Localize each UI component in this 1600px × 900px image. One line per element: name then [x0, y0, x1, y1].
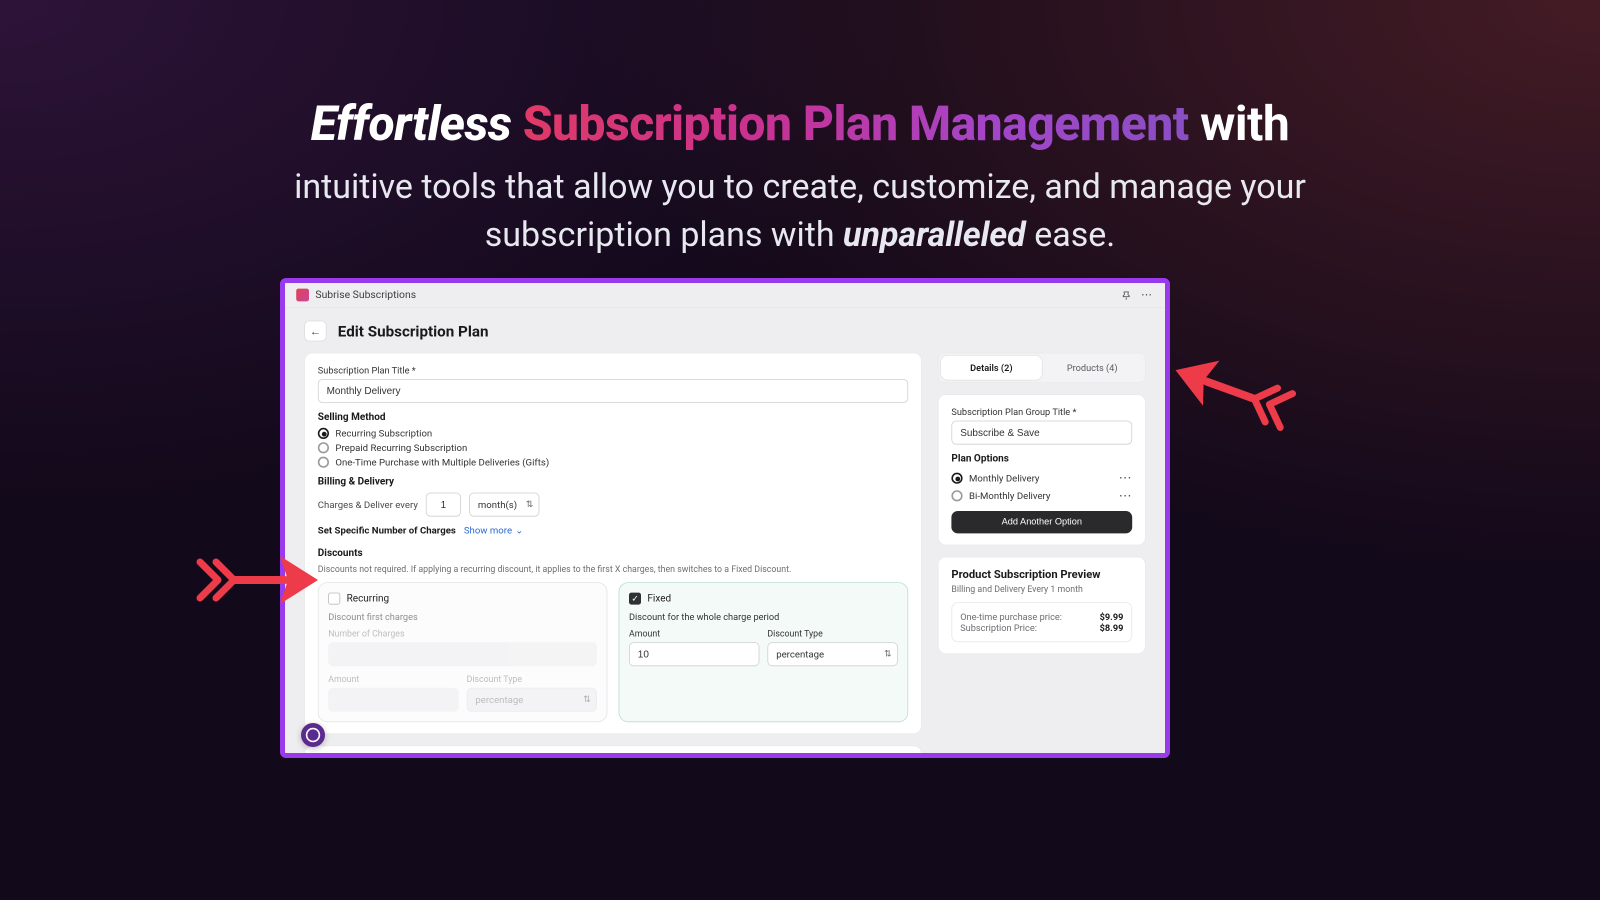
- select-value: percentage: [776, 649, 824, 660]
- checkbox-icon: [328, 593, 340, 605]
- footer-card: Show advanced settings Save: [304, 745, 922, 758]
- radio-onetime[interactable]: One-Time Purchase with Multiple Deliveri…: [318, 457, 908, 468]
- select-value: month(s): [478, 499, 517, 510]
- radio-icon: [318, 428, 329, 439]
- discounts-head: Discounts: [318, 547, 908, 559]
- radio-icon: [951, 473, 962, 484]
- recurring-discount-card: Recurring Discount first charges Number …: [318, 582, 608, 722]
- fixed-checkbox-row[interactable]: ✓ Fixed: [629, 593, 898, 605]
- group-title-input[interactable]: [951, 421, 1132, 445]
- option-menu-icon[interactable]: ⋯: [1119, 476, 1133, 481]
- rec-amount-label: Amount: [328, 674, 458, 684]
- hero-with: with: [1200, 95, 1289, 152]
- interval-input[interactable]: [426, 493, 461, 517]
- plan-option-1[interactable]: Monthly Delivery ⋯: [951, 469, 1132, 487]
- chevron-updown-icon: ⇅: [884, 652, 891, 657]
- add-option-button[interactable]: Add Another Option: [951, 511, 1132, 533]
- interval-unit-select[interactable]: month(s) ⇅: [469, 493, 539, 517]
- num-charges-input: [328, 642, 597, 666]
- fixed-type-label: Discount Type: [767, 629, 897, 639]
- preview-onetime-label: One-time purchase price:: [960, 611, 1062, 622]
- preview-sub-label: Subscription Price:: [960, 622, 1037, 633]
- hero-effortless: Effortless: [311, 95, 512, 152]
- num-charges-label: Number of Charges: [328, 629, 597, 639]
- rec-type-select: percentage ⇅: [467, 688, 597, 712]
- radio-label: One-Time Purchase with Multiple Deliveri…: [335, 457, 549, 468]
- preview-sub-value: $8.99: [1100, 622, 1124, 633]
- fixed-amount-input[interactable]: [629, 642, 759, 666]
- option-menu-icon[interactable]: ⋯: [1119, 493, 1133, 498]
- recurring-sub: Discount first charges: [328, 611, 597, 622]
- rec-type-label: Discount Type: [467, 674, 597, 684]
- radio-icon: [318, 457, 329, 468]
- preview-card: Product Subscription Preview Billing and…: [938, 557, 1146, 655]
- radio-recurring[interactable]: Recurring Subscription: [318, 428, 908, 439]
- annotation-arrow-right: [1160, 340, 1300, 464]
- checkbox-icon: ✓: [629, 593, 641, 605]
- app-top-bar: Subrise Subscriptions ⋯: [285, 283, 1165, 308]
- more-icon[interactable]: ⋯: [1139, 288, 1153, 302]
- plan-options-head: Plan Options: [951, 453, 1132, 465]
- preview-sub: Billing and Delivery Every 1 month: [951, 584, 1132, 594]
- group-title-label: Subscription Plan Group Title *: [951, 406, 1132, 417]
- hero-sub: intuitive tools that allow you to create…: [0, 164, 1600, 259]
- chat-fab[interactable]: [301, 723, 325, 747]
- hero-sub-line2a: subscription plans with: [485, 215, 835, 255]
- radio-icon: [951, 490, 962, 501]
- discounts-hint: Discounts not required. If applying a re…: [318, 564, 908, 574]
- charges-label: Charges & Deliver every: [318, 499, 418, 510]
- hero-sub-line1: intuitive tools that allow you to create…: [294, 167, 1306, 207]
- fixed-type-select[interactable]: percentage ⇅: [767, 642, 897, 666]
- fixed-discount-card: ✓ Fixed Discount for the whole charge pe…: [619, 582, 909, 722]
- main-card: Subscription Plan Title * Selling Method…: [304, 353, 922, 735]
- radio-label: Prepaid Recurring Subscription: [335, 442, 467, 453]
- show-more-text: Show more: [464, 525, 512, 536]
- option-label: Bi-Monthly Delivery: [969, 490, 1050, 501]
- back-button[interactable]: ←: [304, 321, 326, 342]
- app-frame: Subrise Subscriptions ⋯ ← Edit Subscript…: [280, 278, 1170, 758]
- radio-prepaid[interactable]: Prepaid Recurring Subscription: [318, 442, 908, 453]
- plan-option-2[interactable]: Bi-Monthly Delivery ⋯: [951, 487, 1132, 505]
- radio-label: Recurring Subscription: [335, 428, 432, 439]
- preview-onetime-value: $9.99: [1100, 611, 1124, 622]
- preview-head: Product Subscription Preview: [951, 569, 1132, 582]
- app-brand: Subrise Subscriptions: [315, 289, 416, 301]
- tab-details[interactable]: Details (2): [941, 356, 1042, 380]
- option-label: Monthly Delivery: [969, 473, 1039, 484]
- hero-sub-line2b: ease.: [1034, 215, 1115, 255]
- show-more-link[interactable]: Show more ⌄: [464, 525, 523, 536]
- recurring-checkbox-row[interactable]: Recurring: [328, 593, 597, 605]
- radio-icon: [318, 442, 329, 453]
- billing-head: Billing & Delivery: [318, 476, 908, 488]
- hero-title: Effortless Subscription Plan Management …: [0, 0, 1600, 152]
- page-header: ← Edit Subscription Plan: [285, 308, 1165, 353]
- checkbox-label: Fixed: [647, 593, 671, 605]
- plan-title-label: Subscription Plan Title *: [318, 365, 908, 376]
- pin-icon[interactable]: [1119, 288, 1133, 302]
- plan-title-input[interactable]: [318, 379, 908, 403]
- fixed-amount-label: Amount: [629, 629, 759, 639]
- hero-spm: Subscription Plan Management: [523, 95, 1189, 152]
- tab-products[interactable]: Products (4): [1042, 356, 1143, 380]
- preview-box: One-time purchase price: $9.99 Subscript…: [951, 602, 1132, 642]
- chevron-updown-icon: ⇅: [526, 502, 533, 507]
- select-value: percentage: [475, 694, 523, 705]
- app-logo-icon: [296, 289, 309, 302]
- selling-method-head: Selling Method: [318, 411, 908, 423]
- hero-sub-em: unparalleled: [843, 215, 1026, 255]
- chevron-updown-icon: ⇅: [583, 697, 590, 702]
- fixed-sub: Discount for the whole charge period: [629, 611, 898, 622]
- side-card: Subscription Plan Group Title * Plan Opt…: [938, 394, 1146, 545]
- save-button[interactable]: Save: [865, 757, 908, 758]
- page-title: Edit Subscription Plan: [338, 322, 489, 340]
- checkbox-label: Recurring: [347, 593, 390, 605]
- chevron-down-icon: ⌄: [515, 525, 523, 536]
- rec-amount-input: [328, 688, 458, 712]
- side-tabs: Details (2) Products (4): [938, 353, 1146, 383]
- specific-charges-label: Set Specific Number of Charges: [318, 525, 456, 536]
